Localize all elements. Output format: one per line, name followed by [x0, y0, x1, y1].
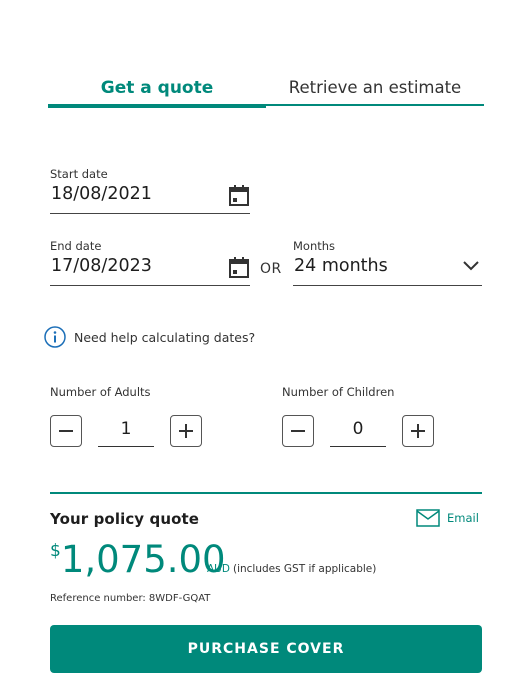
plus-icon — [179, 424, 193, 438]
children-decrement-button[interactable] — [282, 415, 314, 447]
chevron-down-icon — [463, 261, 479, 271]
plus-icon — [411, 424, 425, 438]
calendar-icon[interactable] — [228, 184, 250, 207]
tab-get-a-quote[interactable]: Get a quote — [48, 76, 266, 108]
price-amount: 1,075.00 — [60, 538, 226, 581]
adults-count[interactable]: 1 — [98, 415, 154, 447]
email-label[interactable]: Email — [447, 511, 479, 525]
gst-note: (includes GST if applicable) — [232, 563, 377, 575]
quote-divider — [50, 492, 482, 494]
help-link-text[interactable]: Need help calculating dates? — [74, 330, 255, 345]
end-date-label: End date — [50, 239, 102, 253]
reference-number: Reference number: 8WDF-GQAT — [50, 593, 211, 604]
tab-retrieve-estimate[interactable]: Retrieve an estimate — [266, 76, 484, 104]
help-calculating-dates[interactable]: Need help calculating dates? — [44, 325, 255, 349]
or-separator: OR — [260, 261, 282, 277]
adults-increment-button[interactable] — [170, 415, 202, 447]
info-icon — [44, 326, 66, 348]
calendar-icon[interactable] — [228, 256, 250, 279]
price-suffix: AUD (includes GST if applicable) — [207, 563, 376, 575]
minus-icon — [291, 430, 305, 432]
end-date-value: 17/08/2023 — [51, 256, 152, 276]
price-currency-symbol: $ — [50, 541, 61, 561]
months-select[interactable]: 24 months — [293, 252, 482, 286]
adults-decrement-button[interactable] — [50, 415, 82, 447]
minus-icon — [59, 430, 73, 432]
purchase-cover-button[interactable]: PURCHASE COVER — [50, 625, 482, 673]
currency-code: AUD — [207, 563, 230, 575]
months-value: 24 months — [294, 256, 388, 276]
quote-title: Your policy quote — [50, 510, 200, 528]
start-date-value: 18/08/2021 — [51, 184, 152, 204]
start-date-label: Start date — [50, 167, 108, 181]
adults-label: Number of Adults — [50, 385, 151, 399]
quote-tabs: Get a quote Retrieve an estimate — [48, 74, 484, 108]
children-count[interactable]: 0 — [330, 415, 386, 447]
children-increment-button[interactable] — [402, 415, 434, 447]
envelope-icon — [416, 509, 440, 527]
start-date-field[interactable]: 18/08/2021 — [50, 180, 250, 214]
email-quote-link[interactable]: Email — [416, 509, 479, 527]
children-label: Number of Children — [282, 385, 395, 399]
quote-price: $ 1,075.00 — [50, 537, 226, 583]
end-date-field[interactable]: 17/08/2023 — [50, 252, 250, 286]
months-label: Months — [293, 239, 336, 253]
